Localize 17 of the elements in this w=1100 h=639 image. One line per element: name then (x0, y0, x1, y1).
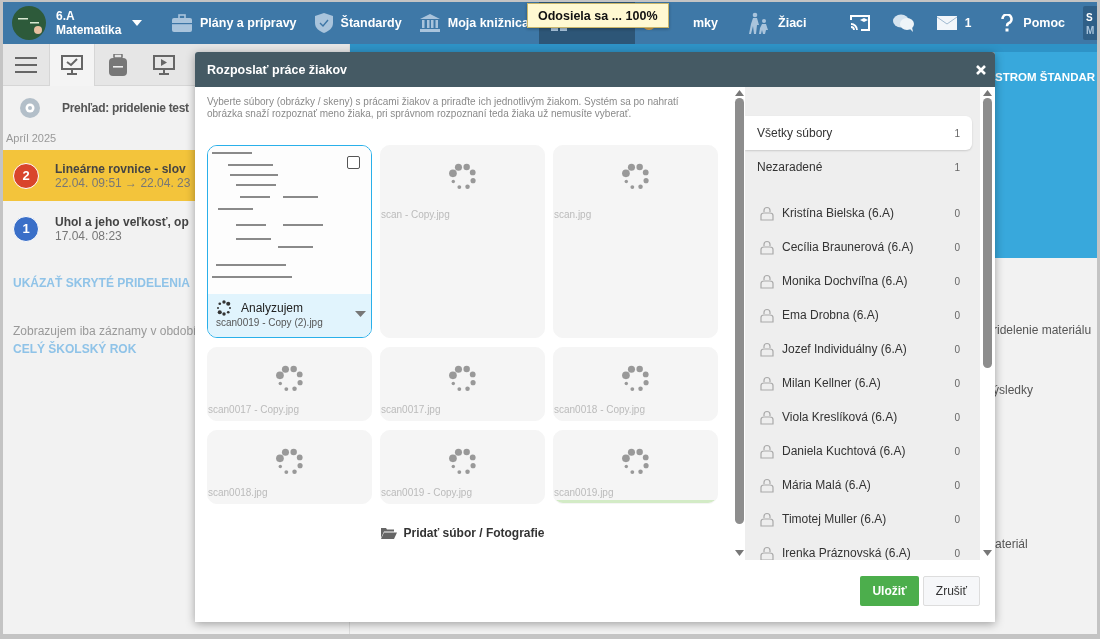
upload-progress-tooltip: Odosiela sa ... 100% (527, 3, 669, 28)
file-name: scan0019.jpg (554, 487, 614, 498)
assignment-time: 17.04. 08:23 (55, 228, 123, 243)
file-name: scan0018.jpg (208, 487, 268, 498)
period-note: Zobrazujem iba záznamy v období (12, 324, 198, 338)
count-badge: 1 (13, 215, 39, 242)
menu-text: ateriál (994, 537, 1029, 551)
dialog-title: Rozposlať práce žiakov (207, 62, 348, 77)
assignment-title: Lineárne rovnice - slov (55, 161, 187, 176)
file-name: scan0019 - Copy (2).jpg (216, 317, 324, 328)
month-label: Apríl 2025 (5, 131, 58, 146)
assignment-title: Uhol a jeho veľkosť, op (55, 214, 189, 229)
file-name: scan0017.jpg (381, 404, 441, 415)
dialog-description: Vyberte súbory (obrázky / skeny) s prácami žiakov a priraďte ich jednotlivým žiakom. Systém sa po nahratí obrázka snaží rozpoznať meno žiaka, pri správnom rozpoznaní teda žiaka už nemusíte vyberať. (207, 96, 680, 120)
status-text: Analyzujem (241, 301, 304, 315)
count-badge: 2 (13, 162, 39, 189)
assignment-time: 22.04. 09:51 → 22.04. 23 (55, 175, 191, 190)
